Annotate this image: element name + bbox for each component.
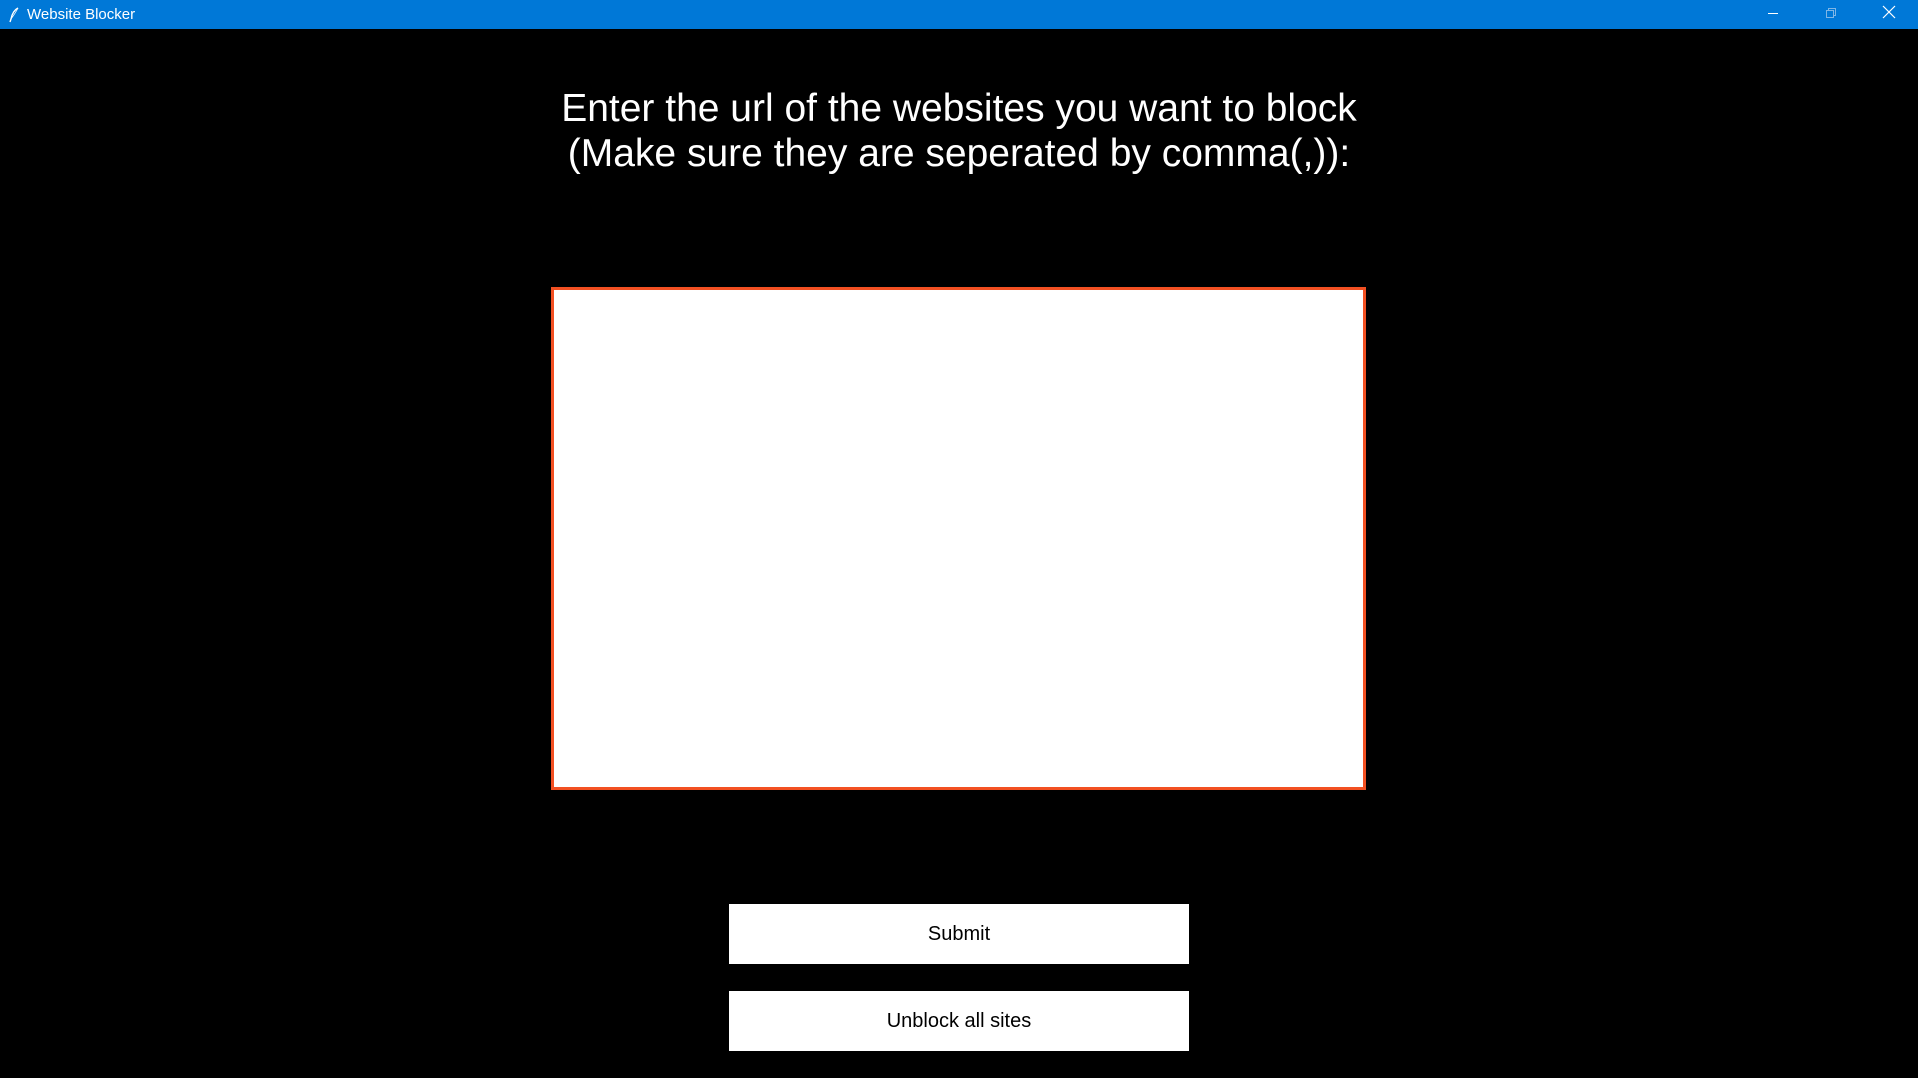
instruction-line-2: (Make sure they are seperated by comma(,… (567, 132, 1351, 175)
restore-button[interactable] (1802, 0, 1860, 29)
window-controls (1744, 0, 1918, 29)
instruction-label: Enter the url of the websites you want t… (459, 86, 1459, 176)
close-button[interactable] (1860, 0, 1918, 29)
window-title: Website Blocker (27, 6, 136, 23)
minimize-icon (1767, 6, 1779, 24)
minimize-button[interactable] (1744, 0, 1802, 29)
close-icon (1882, 5, 1896, 24)
unblock-all-button[interactable]: Unblock all sites (729, 991, 1189, 1051)
submit-button[interactable]: Submit (729, 904, 1189, 964)
feather-icon (4, 0, 24, 29)
restore-icon (1825, 6, 1837, 24)
url-input[interactable] (551, 287, 1366, 790)
app-window: Website Blocker Enter the url of the web… (0, 0, 1918, 1078)
instruction-line-1: Enter the url of the websites you want t… (561, 87, 1357, 130)
title-bar[interactable]: Website Blocker (0, 0, 1918, 29)
